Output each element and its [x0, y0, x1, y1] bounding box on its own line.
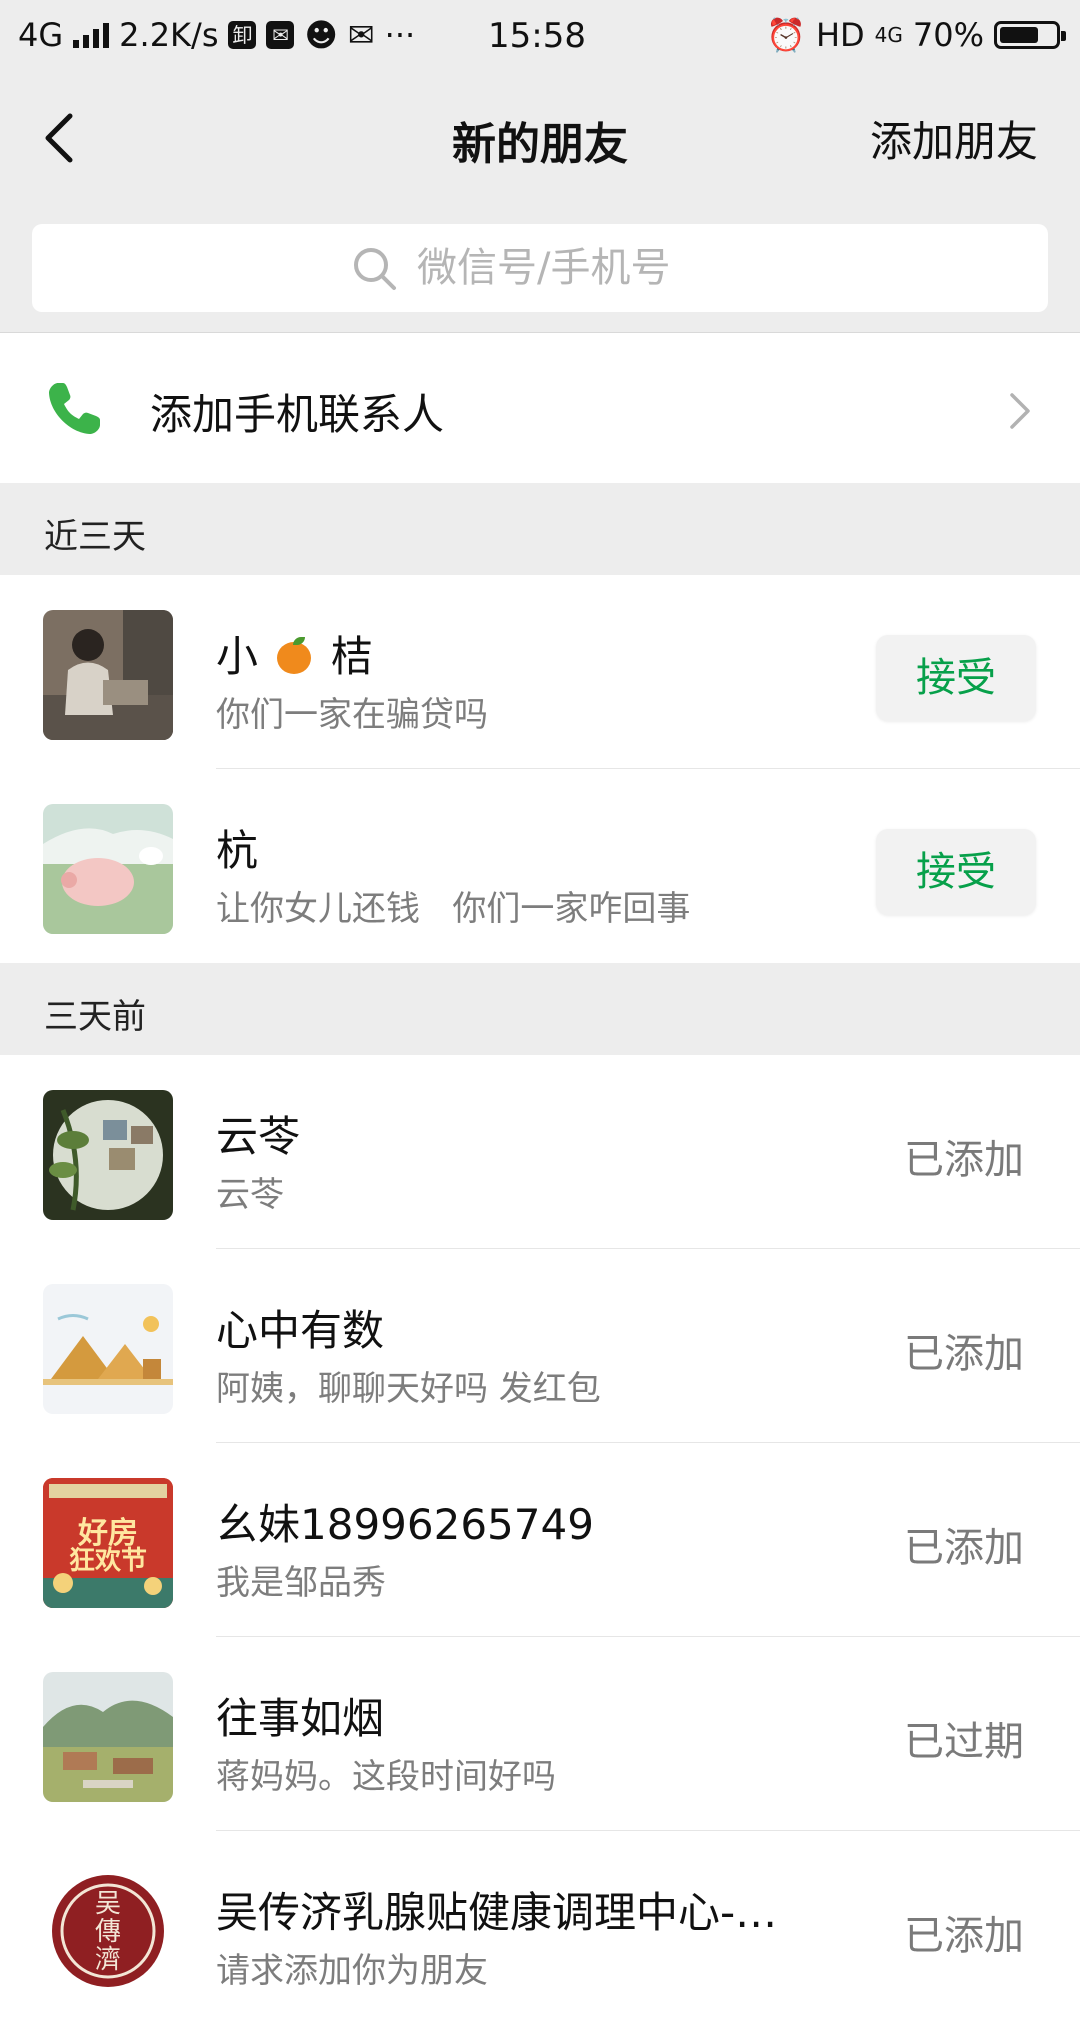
search-area	[0, 202, 1080, 333]
signal-icon	[73, 22, 110, 48]
status-right: ⏰ HD 4G 70%	[766, 16, 1066, 54]
phone-icon	[49, 383, 100, 434]
friend-request-row[interactable]: 好房 狂欢节 幺妹18996265749 我是邹品秀 已添加	[0, 1443, 1080, 1637]
requester-name: 往事如烟	[216, 1694, 385, 1743]
avatar: 好房 狂欢节	[43, 1478, 173, 1608]
add-phone-contacts-label: 添加手机联系人	[150, 390, 445, 439]
back-button[interactable]	[38, 106, 88, 170]
chevron-left-icon	[45, 113, 73, 163]
avatar-image-pyramids	[43, 1284, 173, 1414]
status-left: 4G 2.2K/s 卸 ✉ ☻ ✉ ···	[18, 16, 415, 54]
requester-name: 心中有数	[216, 1306, 385, 1355]
avatar	[43, 804, 173, 934]
request-message: 我是邹品秀	[216, 1563, 386, 1603]
request-message: 让你女儿还钱 你们一家咋回事	[216, 889, 691, 929]
search-box[interactable]	[32, 224, 1048, 312]
friend-request-row[interactable]: 杭 让你女儿还钱 你们一家咋回事 接受	[0, 769, 1080, 963]
accept-button[interactable]: 接受	[876, 635, 1036, 721]
request-message: 蒋妈妈。这段时间好吗	[216, 1757, 556, 1797]
battery-icon	[994, 21, 1066, 49]
hd-label: HD	[815, 16, 865, 54]
wechat-icon: ✉	[347, 16, 375, 54]
chevron-right-icon	[1010, 393, 1030, 429]
request-status: 已过期	[904, 1719, 1024, 1765]
friend-request-row[interactable]: 云苓 云苓 已添加	[0, 1055, 1080, 1249]
alarm-icon: ⏰	[766, 16, 806, 54]
section-title: 三天前	[44, 997, 146, 1037]
request-status: 已添加	[904, 1331, 1024, 1377]
status-bar: 4G 2.2K/s 卸 ✉ ☻ ✉ ··· 15:58 ⏰ HD 4G 70%	[0, 0, 1080, 72]
mail-icon: ✉	[266, 21, 295, 49]
add-friend-button[interactable]: 添加朋友	[870, 108, 1038, 169]
request-status: 已添加	[904, 1913, 1024, 1959]
requester-name: 云苓	[216, 1112, 301, 1161]
avatar	[43, 1284, 173, 1414]
request-message: 阿姨，聊聊天好吗 发红包	[216, 1369, 601, 1409]
notification-app-icon: 卸	[228, 21, 257, 49]
more-notifications-icon: ···	[384, 16, 416, 54]
section-header-earlier: 三天前	[0, 963, 1080, 1055]
battery-fill	[1000, 27, 1038, 43]
nav-bar: 新的朋友 添加朋友	[0, 72, 1080, 202]
search-input[interactable]	[415, 244, 729, 292]
friend-request-row[interactable]: 小 桔 你们一家在骗贷吗 接受	[0, 575, 1080, 769]
network-type: 4G	[18, 16, 64, 54]
avatar	[43, 1090, 173, 1220]
avatar-image-landscape	[43, 1672, 173, 1802]
avatar	[43, 1672, 173, 1802]
battery-percent: 70%	[912, 16, 984, 54]
requester-name: 小 桔	[216, 632, 373, 681]
avatar-poster-text: 狂欢节	[68, 1546, 147, 1576]
friend-request-row[interactable]: 吴傳濟 吴传济乳腺贴健康调理中心-… 请求添加你为朋友 已添加	[0, 1831, 1080, 2025]
accept-button[interactable]: 接受	[876, 829, 1036, 915]
request-message: 请求添加你为朋友	[216, 1951, 488, 1991]
network-speed: 2.2K/s	[119, 16, 219, 54]
avatar-image-person	[43, 610, 173, 740]
request-status: 已添加	[904, 1525, 1024, 1571]
tangerine-emoji-icon	[275, 637, 313, 675]
clock: 15:58	[488, 16, 586, 56]
section-title: 近三天	[44, 517, 146, 557]
friend-request-row[interactable]: 往事如烟 蒋妈妈。这段时间好吗 已过期	[0, 1637, 1080, 1831]
friend-request-row[interactable]: 心中有数 阿姨，聊聊天好吗 发红包 已添加	[0, 1249, 1080, 1443]
search-icon	[354, 248, 396, 290]
avatar-seal-text: 吴傳濟	[94, 1889, 121, 1975]
avatar: 吴傳濟	[43, 1866, 173, 1996]
avatar	[43, 610, 173, 740]
network-type-secondary: 4G	[874, 23, 903, 47]
requester-name: 杭	[216, 826, 259, 875]
request-message: 云苓	[216, 1175, 284, 1215]
add-phone-contacts-row[interactable]: 添加手机联系人	[0, 333, 1080, 483]
requester-name: 吴传济乳腺贴健康调理中心-…	[216, 1888, 778, 1937]
request-status: 已添加	[904, 1137, 1024, 1183]
qq-icon: ☻	[304, 16, 338, 54]
request-message: 你们一家在骗贷吗	[216, 695, 488, 735]
avatar-image-pig	[43, 804, 173, 934]
requester-name: 幺妹18996265749	[216, 1500, 594, 1549]
avatar-image-plants	[43, 1090, 173, 1220]
section-header-recent: 近三天	[0, 483, 1080, 575]
